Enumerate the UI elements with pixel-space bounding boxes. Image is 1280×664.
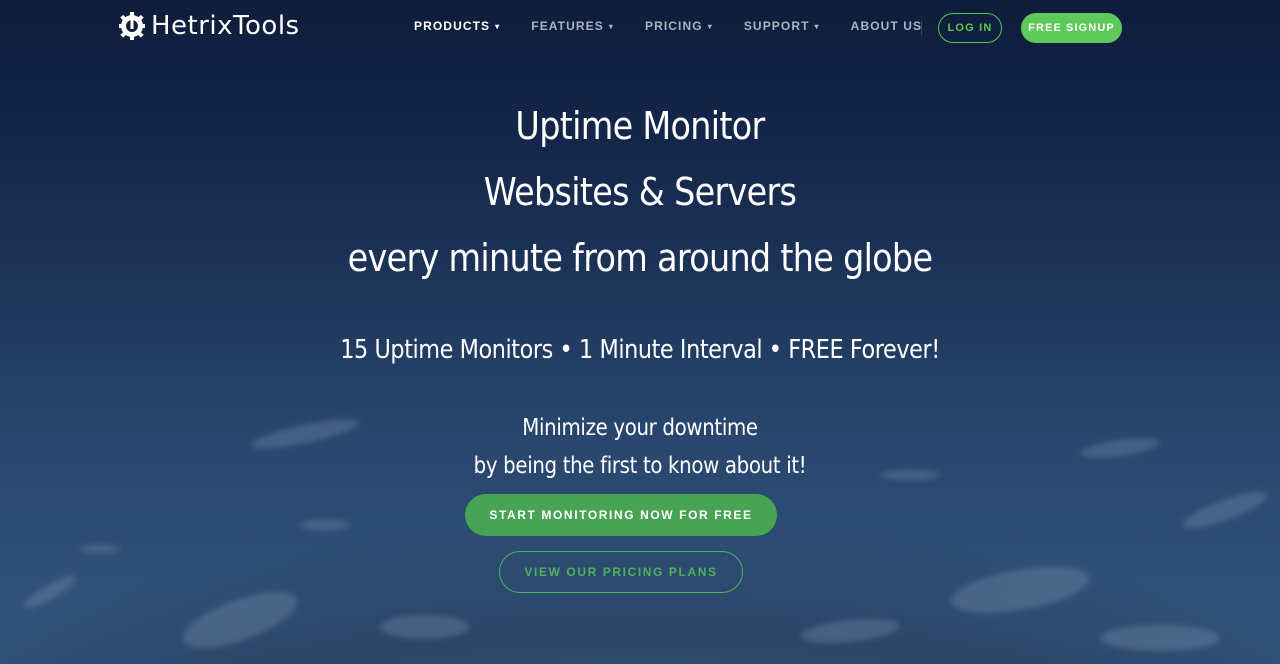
nav-pricing-label: PRICING (644, 19, 703, 33)
caret-down-icon: ▾ (707, 21, 713, 31)
free-signup-button[interactable]: FREE SIGNUP (1021, 13, 1122, 43)
hero-title-line-2: Websites & Servers (483, 170, 797, 214)
nav-products-label: PRODUCTS (414, 19, 491, 33)
caret-down-icon: ▾ (814, 21, 820, 31)
nav-features[interactable]: FEATURES ▾ (531, 19, 614, 33)
top-navbar: HetrixTools PRODUCTS ▾ FEATURES ▾ PRICIN… (0, 0, 1280, 56)
caret-down-icon: ▾ (608, 21, 614, 31)
hero-subtitle-line-2: by being the first to know about it! (473, 453, 807, 479)
hero-title-line-3: every minute from around the globe (347, 236, 933, 280)
hero-subtitle-line-1: Minimize your downtime (522, 415, 758, 441)
nav-products[interactable]: PRODUCTS ▾ (414, 19, 500, 33)
nav-support-label: SUPPORT (743, 19, 810, 33)
view-pricing-plans-button[interactable]: VIEW OUR PRICING PLANS (499, 551, 743, 593)
brand-logo[interactable]: HetrixTools (117, 10, 300, 42)
main-nav: PRODUCTS ▾ FEATURES ▾ PRICING ▾ SUPPORT … (414, 19, 953, 33)
nav-support[interactable]: SUPPORT ▾ (744, 19, 820, 33)
login-button[interactable]: LOG IN (938, 13, 1002, 43)
brand-name: HetrixTools (151, 11, 300, 41)
nav-about-us[interactable]: ABOUT US (851, 19, 922, 33)
caret-down-icon: ▾ (495, 21, 501, 31)
hero-tagline: 15 Uptime Monitors • 1 Minute Interval •… (340, 335, 940, 365)
nav-pricing[interactable]: PRICING ▾ (645, 19, 713, 33)
nav-features-label: FEATURES (531, 19, 604, 33)
hero-title-line-1: Uptime Monitor (515, 104, 765, 148)
nav-divider (921, 21, 922, 35)
start-monitoring-button[interactable]: START MONITORING NOW FOR FREE (465, 494, 777, 536)
gear-wrench-icon (119, 12, 145, 40)
nav-about-us-label: ABOUT US (850, 19, 923, 33)
